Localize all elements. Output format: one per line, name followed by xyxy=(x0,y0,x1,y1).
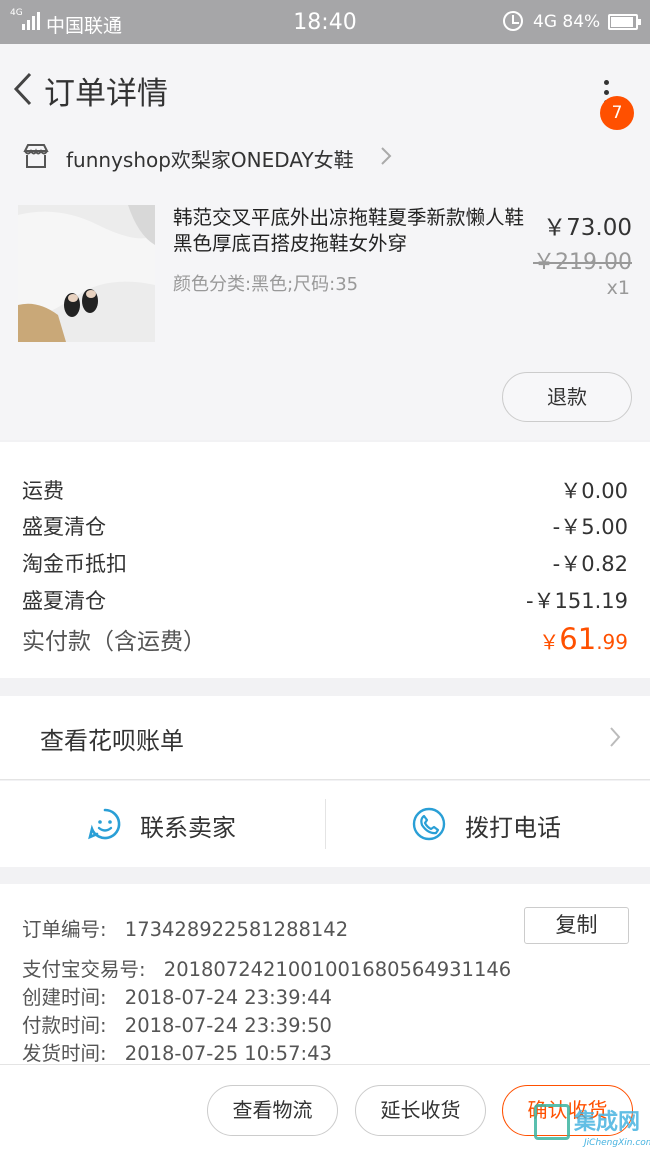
alipay-number: 2018072421001001680564931146 xyxy=(163,958,512,981)
product-thumbnail[interactable] xyxy=(18,205,155,342)
message-badge: 7 xyxy=(600,96,634,130)
total-integer: 61 xyxy=(559,622,597,656)
total-currency: ￥ xyxy=(539,630,560,654)
confirm-receipt-button[interactable]: 确认收货 xyxy=(502,1085,633,1136)
paid-time-row: 付款时间: 2018-07-24 23:39:50 xyxy=(22,1009,332,1038)
status-bar: 4G 中国联通 18:40 4G 84% xyxy=(0,0,650,44)
total-decimal: .99 xyxy=(596,630,628,654)
shop-name: funnyshop欢梨家ONEDAY女鞋 xyxy=(66,148,354,172)
order-number-label: 订单编号: xyxy=(22,918,107,941)
shipped-time-row: 发货时间: 2018-07-25 10:57:43 xyxy=(22,1037,332,1066)
created-time: 2018-07-24 23:39:44 xyxy=(124,986,332,1009)
contact-seller-label: 联系卖家 xyxy=(140,814,236,842)
total-row: 实付款（含运费） ￥61.99 xyxy=(22,622,628,658)
product-original-price: ￥219.00 xyxy=(533,250,632,275)
created-time-row: 创建时间: 2018-07-24 23:39:44 xyxy=(22,981,332,1010)
chevron-right-icon xyxy=(610,727,621,747)
extend-receipt-button[interactable]: 延长收货 xyxy=(355,1085,486,1136)
chat-face-icon xyxy=(88,808,121,840)
shipped-time-label: 发货时间: xyxy=(22,1042,107,1065)
paid-time: 2018-07-24 23:39:50 xyxy=(124,1014,332,1037)
bottom-action-bar: 查看物流 延长收货 确认收货 xyxy=(0,1064,650,1155)
fee-label: 运费 xyxy=(22,479,64,503)
alipay-label: 支付宝交易号: xyxy=(22,958,146,981)
copy-button[interactable]: 复制 xyxy=(524,907,629,944)
product-sku: 颜色分类:黑色;尺码:35 xyxy=(173,274,359,295)
contact-bar: 联系卖家 拨打电话 xyxy=(0,781,650,867)
paid-time-label: 付款时间: xyxy=(22,1014,107,1037)
total-label: 实付款（含运费） xyxy=(22,629,206,655)
alipay-row: 支付宝交易号: 2018072421001001680564931146 xyxy=(22,953,511,982)
fee-row: 淘金币抵扣 -￥0.82 xyxy=(22,548,628,578)
product-quantity: x1 xyxy=(606,277,630,299)
network-battery-text: 4G 84% xyxy=(533,12,600,32)
call-phone-label: 拨打电话 xyxy=(465,814,561,842)
page-title: 订单详情 xyxy=(44,76,168,112)
order-item[interactable]: 韩范交叉平底外出凉拖鞋夏季新款懒人鞋黑色厚底百搭皮拖鞋女外穿 颜色分类:黑色;尺… xyxy=(0,194,650,440)
product-price: ￥73.00 xyxy=(543,215,632,241)
phone-icon xyxy=(412,807,446,841)
fee-label: 盛夏清仓 xyxy=(22,515,106,539)
fee-value: ￥0.00 xyxy=(560,479,628,503)
fee-value: -￥0.82 xyxy=(552,552,628,576)
product-title[interactable]: 韩范交叉平底外出凉拖鞋夏季新款懒人鞋黑色厚底百搭皮拖鞋女外穿 xyxy=(173,205,525,257)
battery-icon xyxy=(608,14,641,30)
huabei-bill-row[interactable]: 查看花呗账单 xyxy=(0,696,650,780)
shop-row[interactable]: funnyshop欢梨家ONEDAY女鞋 xyxy=(0,132,650,194)
fee-row: 运费 ￥0.00 xyxy=(22,475,628,505)
fee-value: -￥151.19 xyxy=(525,589,628,613)
nav-bar: 订单详情 7 xyxy=(0,44,650,132)
alarm-icon xyxy=(503,11,523,31)
fee-value: -￥5.00 xyxy=(552,515,628,539)
store-icon xyxy=(23,144,49,168)
fee-row: 盛夏清仓 -￥151.19 xyxy=(22,585,628,615)
fee-label: 淘金币抵扣 xyxy=(22,552,127,576)
view-logistics-button[interactable]: 查看物流 xyxy=(207,1085,338,1136)
fee-label: 盛夏清仓 xyxy=(22,589,106,613)
back-arrow-icon[interactable] xyxy=(10,70,38,108)
total-amount: ￥61.99 xyxy=(539,622,628,656)
network-type: 4G xyxy=(533,12,557,32)
chevron-right-icon xyxy=(381,147,392,165)
order-number-row: 订单编号: 173428922581288142 xyxy=(22,913,348,942)
fee-row: 盛夏清仓 -￥5.00 xyxy=(22,511,628,541)
contact-seller-button[interactable]: 联系卖家 xyxy=(0,781,325,867)
call-phone-button[interactable]: 拨打电话 xyxy=(326,781,650,867)
refund-button[interactable]: 退款 xyxy=(502,372,632,422)
order-info: 订单编号: 173428922581288142 复制 支付宝交易号: 2018… xyxy=(0,884,650,1066)
shipped-time: 2018-07-25 10:57:43 xyxy=(124,1042,332,1065)
battery-percent: 84% xyxy=(562,12,601,32)
created-time-label: 创建时间: xyxy=(22,986,107,1009)
huabei-bill-label: 查看花呗账单 xyxy=(40,727,184,755)
fee-summary: 运费 ￥0.00 盛夏清仓 -￥5.00 淘金币抵扣 -￥0.82 盛夏清仓 -… xyxy=(0,442,650,678)
order-number: 173428922581288142 xyxy=(124,918,349,941)
